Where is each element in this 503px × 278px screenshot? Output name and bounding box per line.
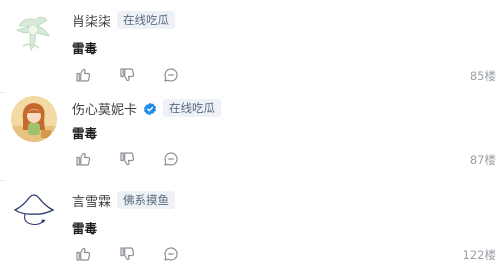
avatar[interactable] [11, 188, 57, 234]
comment-actions [72, 149, 182, 169]
floor-number: 87楼 [469, 153, 496, 167]
verified-badge-icon [143, 101, 157, 116]
comment-actions [72, 65, 182, 85]
like-button[interactable] [72, 65, 94, 85]
comment-item: 言雪霖 佛系摸鱼 雷毒 122楼 [0, 188, 503, 278]
like-button[interactable] [72, 244, 94, 264]
reply-button[interactable] [160, 244, 182, 264]
username[interactable]: 言雪霖 [72, 191, 111, 210]
like-button[interactable] [72, 149, 94, 169]
floor-number: 122楼 [462, 248, 496, 262]
username[interactable]: 肖柒柒 [72, 11, 111, 30]
comment-actions [72, 244, 182, 264]
thumbs-down-icon [120, 68, 135, 82]
user-badge: 在线吃瓜 [117, 11, 176, 29]
reply-button[interactable] [160, 149, 182, 169]
avatar[interactable] [11, 96, 57, 142]
divider [0, 180, 5, 181]
name-row: 言雪霖 佛系摸鱼 [72, 188, 176, 212]
comment-icon [164, 247, 178, 261]
girl-cartoon-avatar [11, 96, 57, 142]
user-badge: 在线吃瓜 [163, 99, 222, 117]
thumbs-up-icon [76, 68, 91, 82]
comment-item: 肖柒柒 在线吃瓜 雷毒 85楼 [0, 8, 503, 98]
hat-sketch-avatar [11, 188, 57, 234]
avatar[interactable] [11, 12, 57, 58]
comment-text: 雷毒 [72, 221, 98, 236]
name-row: 肖柒柒 在线吃瓜 [72, 8, 176, 32]
thumbs-down-icon [120, 152, 135, 166]
comment-text: 雷毒 [72, 126, 98, 141]
name-row: 伤心莫妮卡 在线吃瓜 [72, 96, 222, 120]
dislike-button[interactable] [116, 149, 138, 169]
thumbs-up-icon [76, 152, 91, 166]
comment-icon [164, 68, 178, 82]
username[interactable]: 伤心莫妮卡 [72, 99, 137, 118]
plant-character-avatar [11, 12, 57, 58]
dislike-button[interactable] [116, 65, 138, 85]
comment-icon [164, 152, 178, 166]
user-badge: 佛系摸鱼 [117, 191, 176, 209]
dislike-button[interactable] [116, 244, 138, 264]
thumbs-up-icon [76, 247, 91, 261]
thumbs-down-icon [120, 247, 135, 261]
comment-item: 伤心莫妮卡 在线吃瓜 雷毒 87楼 [0, 96, 503, 186]
comment-text: 雷毒 [72, 41, 98, 56]
floor-number: 85楼 [469, 69, 496, 83]
reply-button[interactable] [160, 65, 182, 85]
divider [0, 92, 5, 93]
